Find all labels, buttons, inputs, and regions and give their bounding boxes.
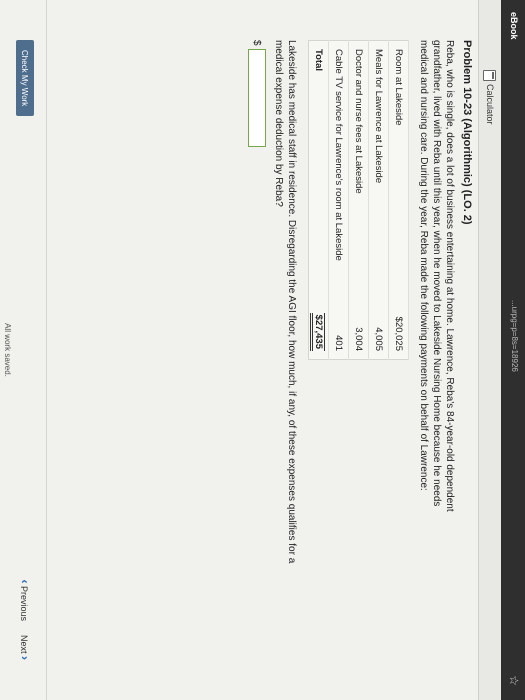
question-text: Lakeside has medical staff in residence.… bbox=[273, 40, 297, 564]
save-status: All work saved. bbox=[3, 323, 12, 377]
toolbar: Calculator bbox=[478, 0, 501, 700]
payment-amount: 4,005 bbox=[368, 273, 389, 360]
url-fragment: ...urpg=p=8s=18926 bbox=[510, 300, 519, 372]
problem-intro: Reba, who is single, does a lot of busin… bbox=[418, 40, 455, 512]
answer-row: $ bbox=[248, 40, 266, 660]
brand-label[interactable]: eBook bbox=[509, 12, 519, 40]
chevron-right-icon: › bbox=[18, 656, 32, 660]
previous-button[interactable]: ‹ Previous bbox=[18, 579, 32, 621]
payment-row: Room at Lakeside $20,025 bbox=[388, 40, 409, 360]
payment-amount: 3,004 bbox=[348, 273, 369, 360]
calculator-link[interactable]: Calculator bbox=[485, 84, 495, 125]
payment-row: Meals for Lawrence at Lakeside 4,005 bbox=[368, 40, 389, 360]
dollar-prefix: $ bbox=[251, 40, 263, 46]
payment-label: Cable TV service for Lawrence's room at … bbox=[328, 40, 349, 273]
total-label: Total bbox=[308, 40, 329, 273]
ebook-screen: eBook ...urpg=p=8s=18926 ☆ Calculator Pr… bbox=[0, 0, 525, 700]
next-label: Next bbox=[19, 634, 29, 654]
next-button[interactable]: Next › bbox=[18, 635, 32, 660]
payment-label: Meals for Lawrence at Lakeside bbox=[368, 40, 389, 273]
bookmark-star-icon[interactable]: ☆ bbox=[507, 675, 521, 686]
total-amount: $27,435 bbox=[310, 312, 325, 351]
pagination-nav: ‹ Previous Next › bbox=[18, 579, 32, 660]
payment-row: Cable TV service for Lawrence's room at … bbox=[328, 40, 349, 360]
payment-row: Doctor and nurse fees at Lakeside 3,004 bbox=[348, 40, 369, 360]
payment-amount: $20,025 bbox=[388, 273, 409, 360]
answer-input[interactable] bbox=[248, 48, 266, 147]
payment-label: Doctor and nurse fees at Lakeside bbox=[348, 40, 369, 273]
footer-bar: Check My Work ‹ Previous Next › All work… bbox=[0, 0, 47, 700]
total-row: Total $27,435 bbox=[308, 40, 329, 360]
payments-table: Room at Lakeside $20,025 Meals for Lawrenc… bbox=[308, 40, 409, 360]
problem-content: Problem 10-23 (Algorithmic) (LO. 2) Reba… bbox=[248, 40, 479, 660]
problem-title: Problem 10-23 (Algorithmic) (LO. 2) bbox=[461, 40, 473, 225]
check-my-work-button[interactable]: Check My Work bbox=[16, 40, 34, 117]
chevron-left-icon: ‹ bbox=[18, 579, 32, 584]
payment-amount: 401 bbox=[328, 273, 349, 360]
top-bar: eBook ...urpg=p=8s=18926 ☆ bbox=[501, 0, 525, 700]
payment-label: Room at Lakeside bbox=[388, 40, 409, 273]
calculator-icon[interactable] bbox=[483, 70, 496, 81]
previous-label: Previous bbox=[19, 585, 29, 621]
